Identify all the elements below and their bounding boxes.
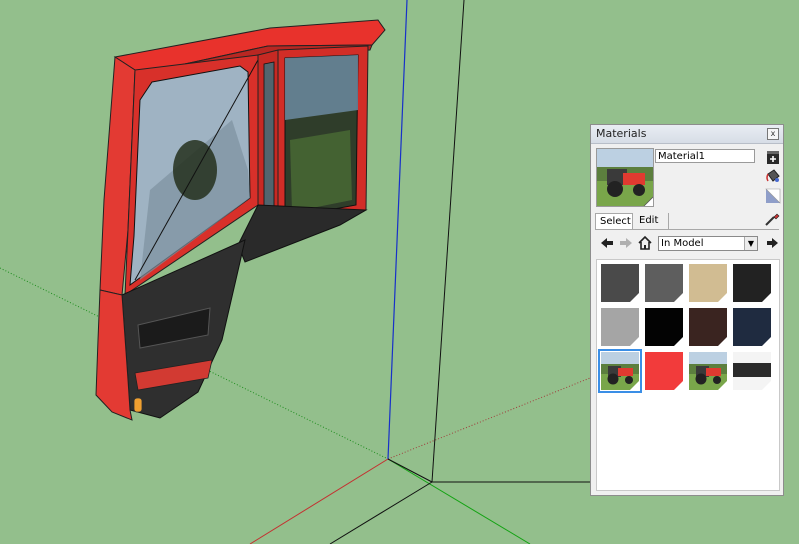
material-swatch[interactable]	[645, 264, 683, 302]
forward-arrow-icon[interactable]	[618, 235, 634, 251]
swatch-corner-icon	[718, 293, 727, 302]
side-glass-sky	[285, 55, 358, 120]
collection-dropdown-value: In Model	[661, 238, 704, 249]
swatch-corner-icon	[762, 381, 771, 390]
material-swatch[interactable]	[601, 264, 639, 302]
tab-select[interactable]: Select	[595, 213, 633, 229]
tab-divider	[595, 229, 779, 230]
home-icon[interactable]	[637, 235, 653, 251]
side-glass-trees	[290, 130, 352, 212]
paint-bucket-icon[interactable]	[764, 168, 782, 184]
materials-titlebar[interactable]: Materials x	[591, 125, 783, 144]
material-swatch[interactable]	[689, 264, 727, 302]
seat-reflection	[173, 140, 217, 200]
create-material-icon[interactable]	[764, 149, 782, 165]
swatch-corner-icon	[718, 381, 727, 390]
close-button[interactable]: x	[767, 128, 779, 140]
default-material-icon[interactable]	[764, 188, 782, 204]
material-swatch[interactable]	[645, 308, 683, 346]
swatch-corner-icon	[762, 337, 771, 346]
pillar-glass	[263, 61, 275, 216]
tab-edit[interactable]: Edit	[635, 213, 669, 229]
tractor-photo-thumbnail	[597, 149, 653, 206]
material-swatch[interactable]	[645, 352, 683, 390]
indicator-light	[133, 397, 143, 413]
materials-panel: Materials x Material1 Select Edit In Mod…	[590, 124, 784, 496]
chevron-down-icon[interactable]: ▼	[744, 237, 757, 250]
eyedropper-icon[interactable]	[763, 211, 781, 227]
material-swatch[interactable]	[733, 308, 771, 346]
collection-dropdown[interactable]: In Model ▼	[658, 236, 758, 251]
swatch-corner-icon	[630, 337, 639, 346]
swatch-corner-icon	[718, 337, 727, 346]
material-swatch[interactable]	[598, 349, 642, 393]
materials-title: Materials	[596, 127, 647, 140]
material-swatch[interactable]	[733, 352, 771, 390]
material-swatch[interactable]	[733, 264, 771, 302]
details-arrow-icon[interactable]	[764, 235, 780, 251]
swatch-corner-icon	[674, 381, 683, 390]
swatch-corner-icon	[630, 293, 639, 302]
swatch-corner-icon	[630, 381, 639, 390]
back-arrow-icon[interactable]	[599, 235, 615, 251]
material-name-field[interactable]: Material1	[655, 149, 755, 163]
material-preview[interactable]	[596, 148, 654, 207]
material-swatch-grid	[596, 259, 780, 491]
swatch-corner-icon	[674, 337, 683, 346]
material-swatch[interactable]	[689, 352, 727, 390]
material-swatch[interactable]	[689, 308, 727, 346]
swatch-corner-icon	[674, 293, 683, 302]
swatch-corner-icon	[762, 293, 771, 302]
material-swatch[interactable]	[601, 308, 639, 346]
